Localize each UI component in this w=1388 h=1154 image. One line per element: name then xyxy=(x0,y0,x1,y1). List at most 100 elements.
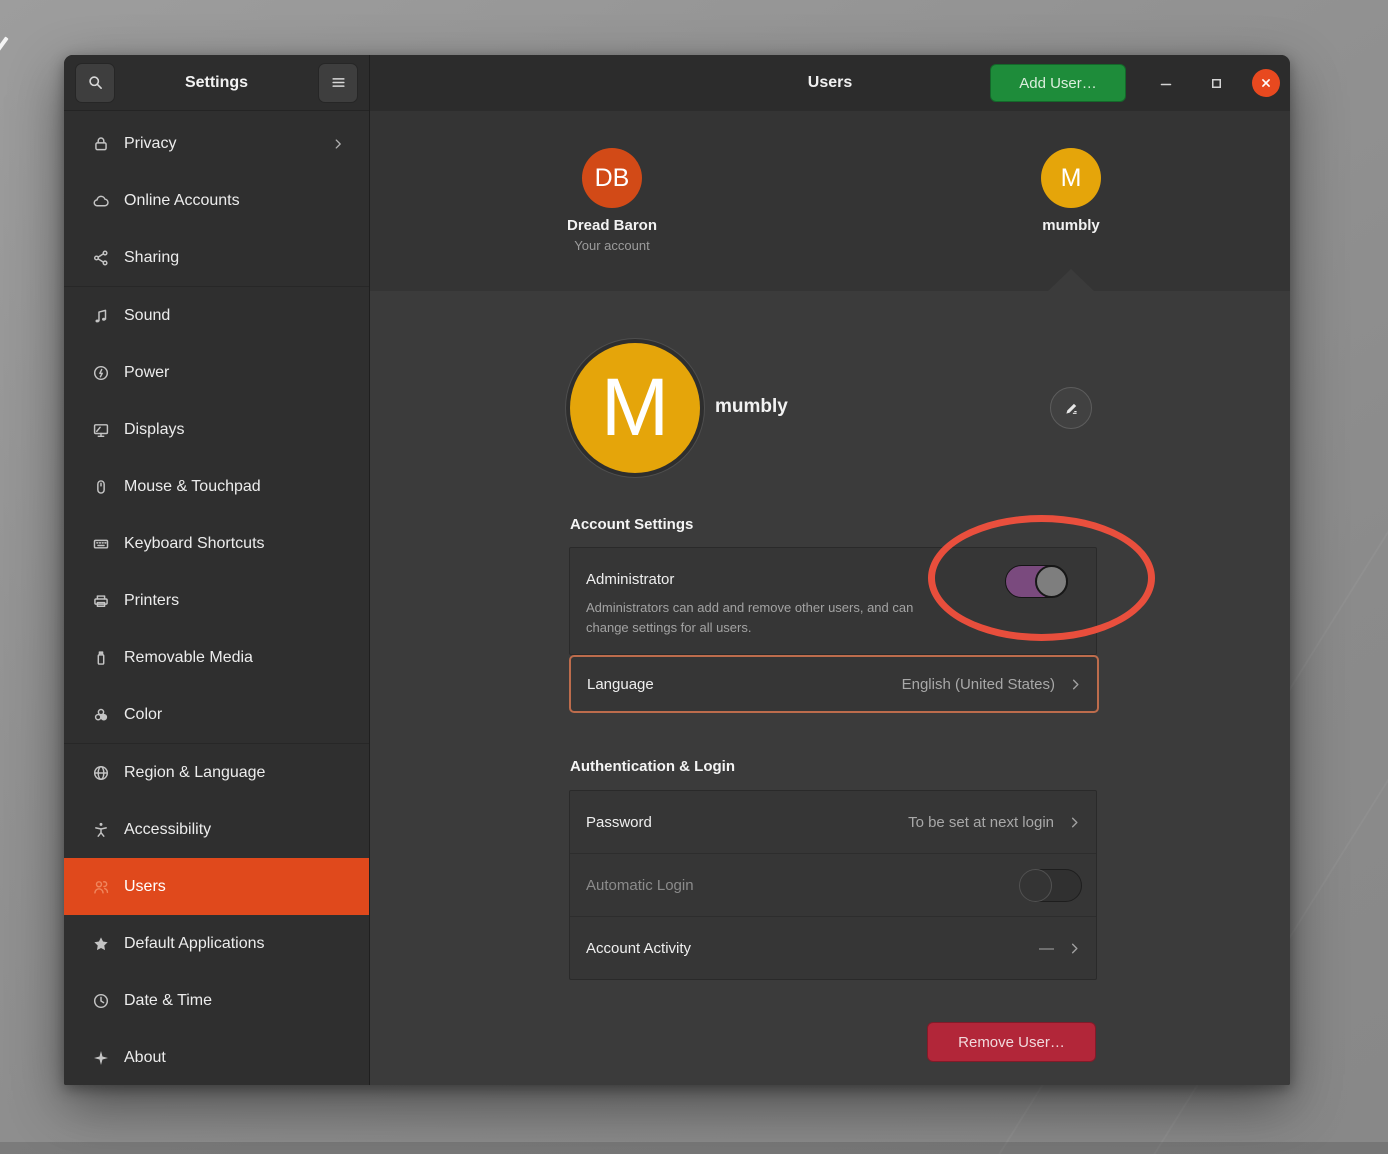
sidebar-item-label: Sound xyxy=(124,307,345,325)
toggle-knob xyxy=(1035,565,1068,598)
password-label: Password xyxy=(586,814,908,831)
share-icon xyxy=(90,247,111,268)
sidebar-item-label: Users xyxy=(124,878,345,896)
user-detail-panel: M mumbly Account Settings Administrator … xyxy=(370,291,1290,1085)
edit-name-button[interactable] xyxy=(1050,387,1092,429)
desktop-bottom-shade xyxy=(0,1142,1388,1154)
sidebar-item-label: Removable Media xyxy=(124,649,345,667)
sidebar-item-privacy[interactable]: Privacy xyxy=(64,115,369,172)
pencil-icon xyxy=(1063,400,1080,417)
sidebar-nav: Privacy Online Accounts Sharing xyxy=(64,111,369,1085)
cloud-icon xyxy=(90,190,111,211)
clock-icon xyxy=(90,990,111,1011)
headerbar: Users Add User… xyxy=(370,55,1290,111)
sidebar-item-default-applications[interactable]: Default Applications xyxy=(64,915,369,972)
maximize-button[interactable] xyxy=(1202,69,1230,97)
app-title: Settings xyxy=(185,74,248,92)
search-button[interactable] xyxy=(75,63,115,103)
password-value: To be set at next login xyxy=(908,814,1054,831)
sidebar-item-users[interactable]: Users xyxy=(64,858,369,915)
display-icon xyxy=(90,419,111,440)
sidebar-item-mouse-touchpad[interactable]: Mouse & Touchpad xyxy=(64,458,369,515)
sidebar-item-label: Printers xyxy=(124,592,345,610)
account-activity-label: Account Activity xyxy=(586,940,1039,957)
sidebar-item-date-time[interactable]: Date & Time xyxy=(64,972,369,1029)
sidebar-item-sharing[interactable]: Sharing xyxy=(64,229,369,286)
toggle-knob xyxy=(1019,869,1052,902)
star-icon xyxy=(90,933,111,954)
administrator-label: Administrator xyxy=(586,571,674,588)
close-icon xyxy=(1259,76,1273,90)
sidebar-item-about[interactable]: About xyxy=(64,1029,369,1085)
avatar: DB xyxy=(582,148,642,208)
user-name: mumbly xyxy=(1041,217,1101,234)
sparkle-icon xyxy=(90,1047,111,1068)
sidebar-item-region-language[interactable]: Region & Language xyxy=(64,744,369,801)
auth-login-heading: Authentication & Login xyxy=(570,758,735,775)
sidebar-item-label: Accessibility xyxy=(124,821,345,839)
printer-icon xyxy=(90,590,111,611)
administrator-description: Administrators can add and remove other … xyxy=(586,598,938,638)
automatic-login-label: Automatic Login xyxy=(586,877,1019,894)
auth-login-group: Password To be set at next login Automat… xyxy=(569,790,1097,980)
mouse-icon xyxy=(90,476,111,497)
user-subtitle: Your account xyxy=(567,238,657,253)
chevron-right-icon xyxy=(1068,677,1083,692)
accessibility-icon xyxy=(90,819,111,840)
sidebar-item-label: Sharing xyxy=(124,249,345,267)
menu-button[interactable] xyxy=(318,63,358,103)
power-icon xyxy=(90,362,111,383)
remove-user-button[interactable]: Remove User… xyxy=(927,1022,1096,1062)
automatic-login-row: Automatic Login xyxy=(570,853,1096,916)
color-icon xyxy=(90,704,111,725)
chevron-right-icon xyxy=(1067,941,1082,956)
password-row[interactable]: Password To be set at next login xyxy=(570,791,1096,853)
user-name: Dread Baron xyxy=(567,217,657,234)
close-button[interactable] xyxy=(1252,69,1280,97)
sidebar-item-removable-media[interactable]: Removable Media xyxy=(64,629,369,686)
language-value: English (United States) xyxy=(902,676,1055,693)
add-user-button[interactable]: Add User… xyxy=(990,64,1126,102)
chevron-right-icon xyxy=(331,137,345,151)
desktop-background: Settings Privacy xyxy=(0,0,1388,1154)
sidebar-item-online-accounts[interactable]: Online Accounts xyxy=(64,172,369,229)
sidebar-item-label: Default Applications xyxy=(124,935,345,953)
avatar: M xyxy=(1041,148,1101,208)
minimize-button[interactable] xyxy=(1152,69,1180,97)
profile-name: mumbly xyxy=(715,396,788,418)
sidebar-item-label: Date & Time xyxy=(124,992,345,1010)
sidebar-item-power[interactable]: Power xyxy=(64,344,369,401)
main-pane: Users Add User… xyxy=(370,55,1290,1085)
lock-icon xyxy=(90,133,111,154)
sidebar-item-accessibility[interactable]: Accessibility xyxy=(64,801,369,858)
sidebar-item-printers[interactable]: Printers xyxy=(64,572,369,629)
minimize-icon xyxy=(1158,75,1174,91)
settings-window: Settings Privacy xyxy=(64,55,1290,1085)
page-title: Users xyxy=(808,74,852,92)
language-label: Language xyxy=(587,676,902,693)
sidebar-item-label: Power xyxy=(124,364,345,382)
sidebar-item-color[interactable]: Color xyxy=(64,686,369,743)
usb-drive-icon xyxy=(90,647,111,668)
sidebar-item-label: Mouse & Touchpad xyxy=(124,478,345,496)
keyboard-icon xyxy=(90,533,111,554)
sidebar-item-keyboard-shortcuts[interactable]: Keyboard Shortcuts xyxy=(64,515,369,572)
cursor-artifact xyxy=(0,36,9,52)
sound-icon xyxy=(90,305,111,326)
sidebar-item-label: Online Accounts xyxy=(124,192,345,210)
administrator-row[interactable]: Administrator Administrators can add and… xyxy=(569,547,1097,655)
search-icon xyxy=(87,74,104,91)
sidebar-item-displays[interactable]: Displays xyxy=(64,401,369,458)
hamburger-menu-icon xyxy=(330,74,347,91)
profile-avatar[interactable]: M xyxy=(570,343,700,473)
user-card-dread-baron[interactable]: DB Dread Baron Your account xyxy=(567,148,657,253)
globe-icon xyxy=(90,762,111,783)
sidebar-item-label: Region & Language xyxy=(124,764,345,782)
account-activity-row[interactable]: Account Activity — xyxy=(570,916,1096,979)
user-selector-strip: DB Dread Baron Your account M mumbly xyxy=(370,111,1290,291)
user-card-mumbly[interactable]: M mumbly xyxy=(1041,148,1101,234)
automatic-login-toggle[interactable] xyxy=(1019,869,1082,902)
sidebar-item-sound[interactable]: Sound xyxy=(64,287,369,344)
language-row[interactable]: Language English (United States) xyxy=(569,655,1099,713)
administrator-toggle[interactable] xyxy=(1005,565,1068,598)
